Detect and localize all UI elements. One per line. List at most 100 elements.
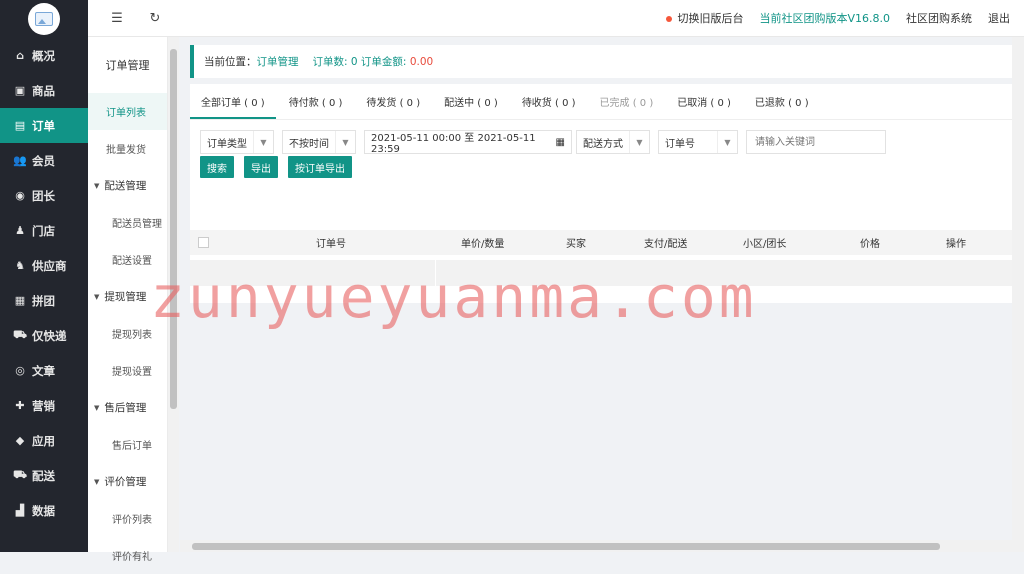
col-buyer: 买家 xyxy=(566,235,586,250)
scrollbar-thumb[interactable] xyxy=(170,49,177,409)
order-type-value: 订单类型 xyxy=(207,135,247,150)
sidebar-item-5[interactable]: ♟门店 xyxy=(0,213,88,248)
sidebar-item-label: 营销 xyxy=(32,398,55,414)
logout-link[interactable]: 退出 xyxy=(988,10,1010,26)
status-dot-icon xyxy=(666,16,672,22)
breadcrumb: 当前位置： 订单管理 订单数: 0 订单金额: 0.00 xyxy=(190,45,1012,78)
logo-badge xyxy=(28,3,60,35)
logo[interactable] xyxy=(0,0,88,38)
sub-nav-item-4[interactable]: 配送设置 xyxy=(88,241,167,278)
caret-down-icon: ▼ xyxy=(94,404,99,412)
sidebar-item-7[interactable]: ▦拼团 xyxy=(0,283,88,318)
sidebar-item-10[interactable]: ✚营销 xyxy=(0,388,88,423)
tab-5[interactable]: 已完成 ( 0 ) xyxy=(589,94,665,119)
sub-nav-item-2[interactable]: ▼配送管理 xyxy=(88,167,167,204)
version-label[interactable]: 当前社区团购版本V16.8.0 xyxy=(759,10,890,26)
sub-nav-item-10[interactable]: ▼评价管理 xyxy=(88,463,167,500)
breadcrumb-current[interactable]: 订单管理 xyxy=(257,54,299,69)
image-icon: ▣ xyxy=(14,85,26,97)
tab-1[interactable]: 待付款 ( 0 ) xyxy=(278,94,354,119)
refresh-icon[interactable]: ↻ xyxy=(146,9,164,27)
leader-icon: ◉ xyxy=(14,190,26,202)
sidebar-item-4[interactable]: ◉ 团长 xyxy=(0,178,88,213)
main-content: 当前位置： 订单管理 订单数: 0 订单金额: 0.00 全部订单 ( 0 )待… xyxy=(190,45,1012,543)
sub-nav-label: 配送员管理 xyxy=(112,215,162,230)
sub-nav-label: 订单列表 xyxy=(106,104,146,119)
sub-nav-list: 订单列表批量发货▼配送管理配送员管理配送设置▼提现管理提现列表提现设置▼售后管理… xyxy=(88,93,167,574)
caret-down-icon: ▼ xyxy=(94,478,99,486)
date-range-value: 2021-05-11 00:00 至 2021-05-11 23:59 xyxy=(371,129,556,155)
supplier-icon: ♞ xyxy=(14,260,26,272)
table-row xyxy=(190,260,1012,286)
col-actions: 操作 xyxy=(946,235,966,250)
sidebar-item-label: 团长 xyxy=(32,188,55,204)
sidebar-item-9[interactable]: ◎文章 xyxy=(0,353,88,388)
order-amount-value: 0.00 xyxy=(410,56,433,68)
sidebar-item-label: 配送 xyxy=(32,468,55,484)
main-horizontal-scrollbar[interactable] xyxy=(180,540,1012,552)
sub-nav-item-5[interactable]: ▼提现管理 xyxy=(88,278,167,315)
search-field-value: 订单号 xyxy=(665,135,695,150)
export-by-order-button[interactable]: 按订单导出 xyxy=(288,156,352,178)
sidebar-item-0[interactable]: ⌂概况 xyxy=(0,38,88,73)
filter-bar: 订单类型▼ 不按时间▼ 2021-05-11 00:00 至 2021-05-1… xyxy=(190,120,1012,154)
sub-nav-item-0[interactable]: 订单列表 xyxy=(88,93,167,130)
sidebar-item-label: 数据 xyxy=(32,503,55,519)
scrollbar-thumb[interactable] xyxy=(192,543,940,550)
sidebar-item-11[interactable]: ◆ 应用 xyxy=(0,423,88,458)
sidebar-item-label: 门店 xyxy=(32,223,55,239)
sub-nav-label: 评价列表 xyxy=(112,511,152,526)
sub-nav-item-12[interactable]: 评价有礼 xyxy=(88,537,167,574)
main-vertical-scrollbar[interactable] xyxy=(1012,37,1024,552)
tab-4[interactable]: 待收货 ( 0 ) xyxy=(511,94,587,119)
sidebar-item-3[interactable]: 👥会员 xyxy=(0,143,88,178)
export-button[interactable]: 导出 xyxy=(244,156,278,178)
sidebar-item-label: 概况 xyxy=(32,48,55,64)
select-all-checkbox[interactable] xyxy=(198,237,209,248)
search-field-select[interactable]: 订单号▼ xyxy=(658,130,738,154)
sub-sidebar-title: 订单管理 xyxy=(88,37,167,93)
date-range-input[interactable]: 2021-05-11 00:00 至 2021-05-11 23:59▦ xyxy=(364,130,572,154)
sub-nav-item-7[interactable]: 提现设置 xyxy=(88,352,167,389)
sub-sidebar-scrollbar[interactable] xyxy=(168,37,179,552)
sub-nav-label: 提现设置 xyxy=(112,363,152,378)
users-icon: 👥 xyxy=(14,155,26,167)
sub-nav-item-8[interactable]: ▼售后管理 xyxy=(88,389,167,426)
delivery-method-select[interactable]: 配送方式▼ xyxy=(576,130,650,154)
sidebar-item-13[interactable]: ▟ 数据 xyxy=(0,493,88,528)
time-filter-select[interactable]: 不按时间▼ xyxy=(282,130,356,154)
order-count-value: 0 xyxy=(351,56,358,68)
cell-divider xyxy=(435,260,436,286)
order-type-select[interactable]: 订单类型▼ xyxy=(200,130,274,154)
system-name[interactable]: 社区团购系统 xyxy=(906,10,972,26)
bar-chart-icon: ▟ xyxy=(14,505,26,517)
sidebar-item-1[interactable]: ▣商品 xyxy=(0,73,88,108)
sub-nav-label: 提现管理 xyxy=(104,289,146,304)
sub-nav-item-11[interactable]: 评价列表 xyxy=(88,500,167,537)
tab-0[interactable]: 全部订单 ( 0 ) xyxy=(190,94,276,119)
sidebar-item-2[interactable]: ▤订单 xyxy=(0,108,88,143)
tab-3[interactable]: 配送中 ( 0 ) xyxy=(433,94,509,119)
menu-toggle-icon[interactable]: ☰ xyxy=(108,9,126,27)
tab-7[interactable]: 已退款 ( 0 ) xyxy=(744,94,820,119)
sub-nav-item-1[interactable]: 批量发货 xyxy=(88,130,167,167)
keyword-input[interactable] xyxy=(746,130,886,154)
sub-nav-item-9[interactable]: 售后订单 xyxy=(88,426,167,463)
tab-6[interactable]: 已取消 ( 0 ) xyxy=(666,94,742,119)
sub-nav-label: 提现列表 xyxy=(112,326,152,341)
sub-nav-label: 配送管理 xyxy=(104,178,146,193)
chevron-down-icon: ▼ xyxy=(629,131,649,153)
sidebar-item-12[interactable]: ⛟配送 xyxy=(0,458,88,493)
cube-icon: ◆ xyxy=(14,435,26,447)
sub-sidebar: 订单管理 订单列表批量发货▼配送管理配送员管理配送设置▼提现管理提现列表提现设置… xyxy=(88,37,168,552)
switch-old-admin-link[interactable]: 切换旧版后台 xyxy=(666,10,743,26)
sidebar-item-8[interactable]: ⛟仅快递 xyxy=(0,318,88,353)
tab-2[interactable]: 待发货 ( 0 ) xyxy=(355,94,431,119)
sub-nav-item-3[interactable]: 配送员管理 xyxy=(88,204,167,241)
search-button[interactable]: 搜索 xyxy=(200,156,234,178)
sub-nav-item-6[interactable]: 提现列表 xyxy=(88,315,167,352)
time-filter-value: 不按时间 xyxy=(289,135,329,150)
sidebar-item-6[interactable]: ♞供应商 xyxy=(0,248,88,283)
top-bar: ☰ ↻ 切换旧版后台 当前社区团购版本V16.8.0 社区团购系统 退出 xyxy=(88,0,1024,37)
sidebar-item-label: 应用 xyxy=(32,433,55,449)
